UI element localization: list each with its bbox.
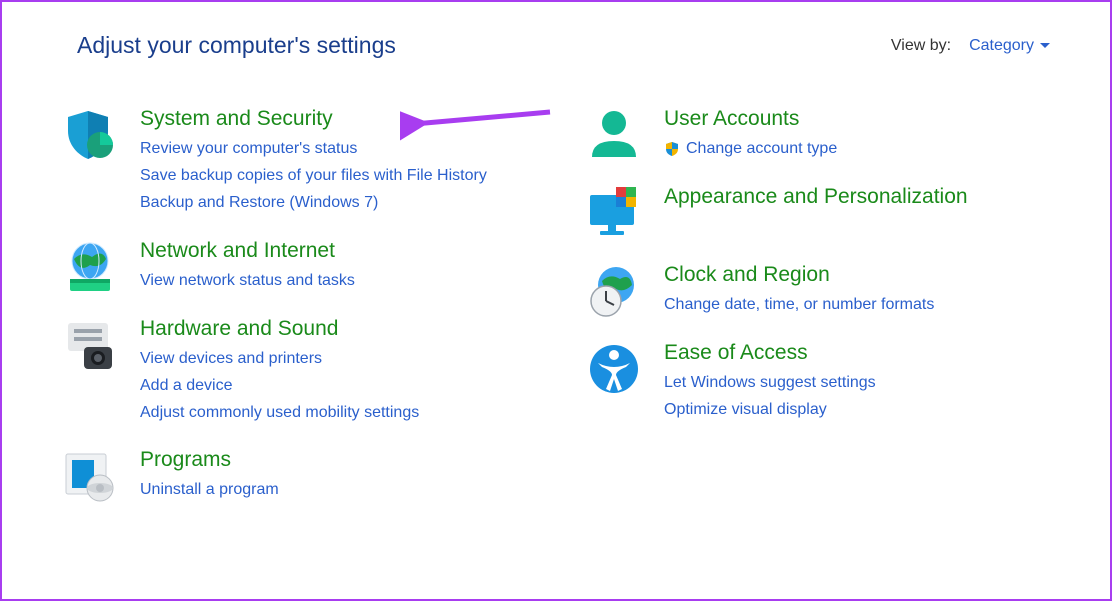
category-link[interactable]: Change date, time, or number formats (664, 291, 934, 318)
viewby-label: View by: (891, 37, 951, 55)
globe-icon (62, 239, 118, 295)
category-title[interactable]: Programs (140, 448, 279, 472)
category-link[interactable]: Review your computer's status (140, 135, 487, 162)
category-link[interactable]: Save backup copies of your files with Fi… (140, 162, 487, 189)
clock-globe-icon (586, 263, 642, 319)
printer-camera-icon (62, 317, 118, 373)
header: Adjust your computer's settings View by:… (62, 32, 1070, 59)
chevron-down-icon (1040, 43, 1050, 48)
category-link[interactable]: View network status and tasks (140, 267, 355, 294)
viewby-value: Category (969, 37, 1034, 55)
programs-icon (62, 448, 118, 504)
monitor-icon (586, 185, 642, 241)
uac-shield-icon (664, 141, 680, 157)
category-programs: Programs Uninstall a program (62, 448, 546, 504)
accessibility-icon (586, 341, 642, 397)
category-link[interactable]: Add a device (140, 372, 419, 399)
category-user-accounts: User Accounts Change account type (586, 107, 1070, 163)
left-column: System and Security Review your computer… (62, 107, 546, 526)
category-title[interactable]: User Accounts (664, 107, 837, 131)
category-network-internet: Network and Internet View network status… (62, 239, 546, 295)
category-appearance-personalization: Appearance and Personalization (586, 185, 1070, 241)
category-system-security: System and Security Review your computer… (62, 107, 546, 217)
category-link[interactable]: Uninstall a program (140, 476, 279, 503)
category-title[interactable]: Network and Internet (140, 239, 355, 263)
viewby-container: View by: Category (891, 37, 1050, 55)
category-clock-region: Clock and Region Change date, time, or n… (586, 263, 1070, 319)
viewby-dropdown[interactable]: Category (969, 37, 1050, 55)
category-link[interactable]: Adjust commonly used mobility settings (140, 399, 419, 426)
shield-icon (62, 107, 118, 163)
user-icon (586, 107, 642, 163)
category-link[interactable]: View devices and printers (140, 345, 419, 372)
right-column: User Accounts Change account type (586, 107, 1070, 526)
category-title[interactable]: Ease of Access (664, 341, 876, 365)
category-title[interactable]: Hardware and Sound (140, 317, 419, 341)
category-ease-of-access: Ease of Access Let Windows suggest setti… (586, 341, 1070, 423)
category-title[interactable]: Appearance and Personalization (664, 185, 968, 209)
category-link[interactable]: Backup and Restore (Windows 7) (140, 189, 487, 216)
category-link[interactable]: Optimize visual display (664, 396, 876, 423)
category-link[interactable]: Change account type (686, 135, 837, 162)
category-hardware-sound: Hardware and Sound View devices and prin… (62, 317, 546, 427)
category-title[interactable]: System and Security (140, 107, 487, 131)
category-link[interactable]: Let Windows suggest settings (664, 369, 876, 396)
category-title[interactable]: Clock and Region (664, 263, 934, 287)
page-title: Adjust your computer's settings (77, 32, 396, 59)
